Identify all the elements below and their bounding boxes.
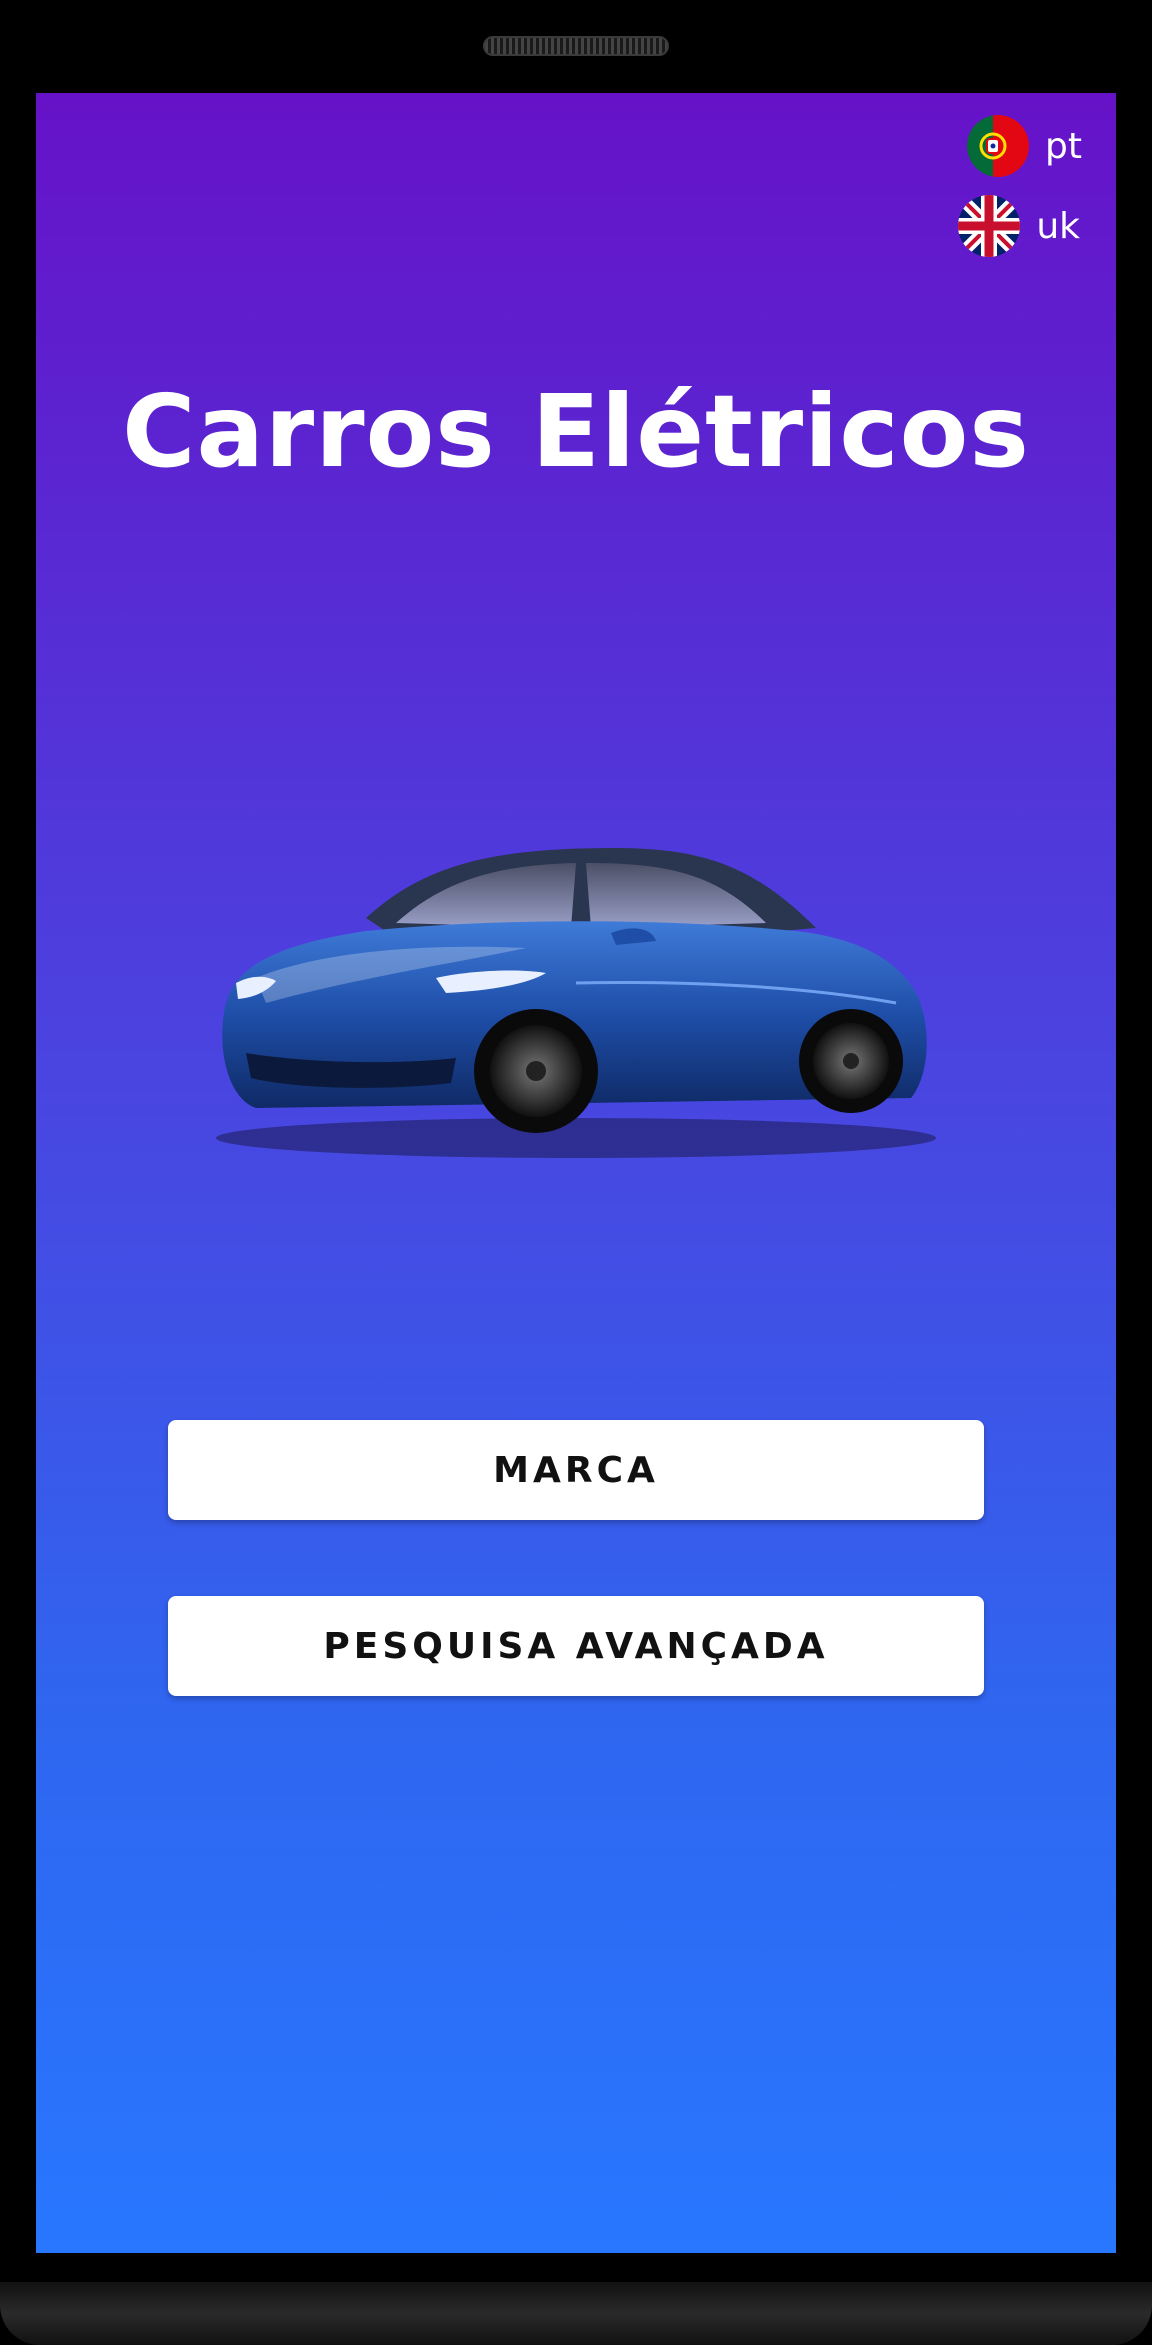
portugal-flag-icon <box>967 115 1030 177</box>
page-title: Carros Elétricos <box>122 373 1030 490</box>
uk-flag-icon <box>958 195 1021 257</box>
app-screen: pt uk Carros Elétricos MARCA PESQUISA AV… <box>36 93 1116 2253</box>
language-label-uk: uk <box>1036 205 1080 247</box>
language-label-pt: pt <box>1045 125 1082 167</box>
speaker-grille <box>483 36 669 56</box>
electric-car-image <box>196 753 956 1173</box>
bottom-bezel <box>0 2282 1152 2345</box>
marca-button[interactable]: MARCA <box>168 1420 984 1520</box>
language-option-pt[interactable]: pt <box>967 115 1082 177</box>
advanced-search-button[interactable]: PESQUISA AVANÇADA <box>168 1596 984 1696</box>
phone-frame: pt uk Carros Elétricos MARCA PESQUISA AV… <box>0 0 1152 2345</box>
language-option-uk[interactable]: uk <box>958 195 1080 257</box>
